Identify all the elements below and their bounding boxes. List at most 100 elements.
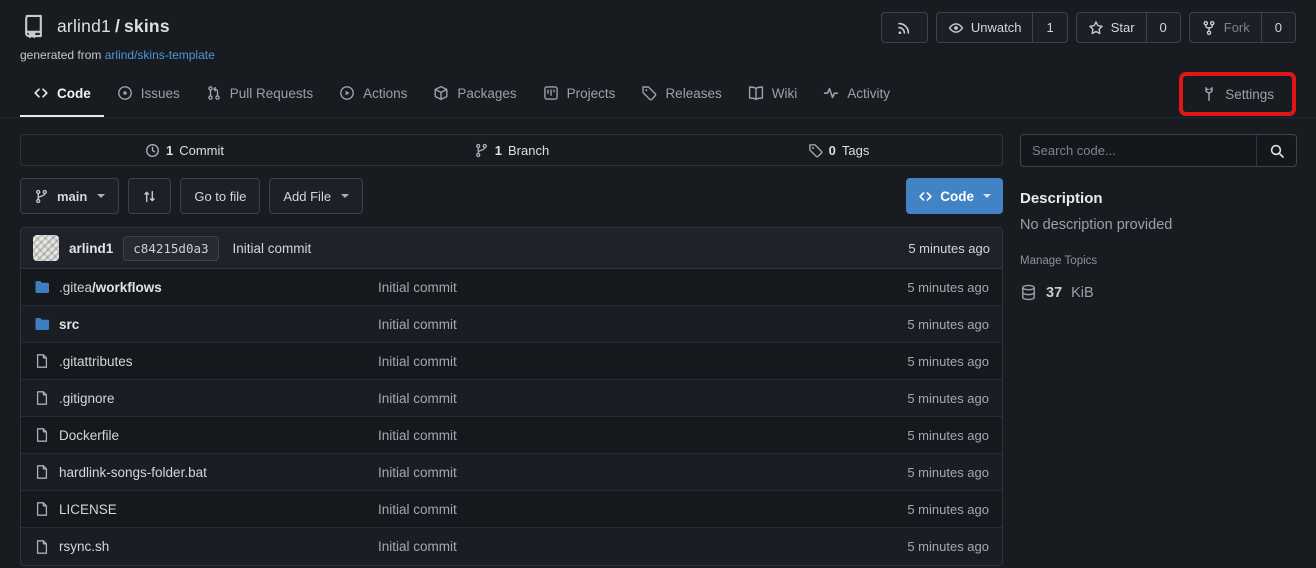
file-link[interactable]: Dockerfile	[21, 427, 378, 443]
tab-activity[interactable]: Activity	[810, 71, 903, 117]
avatar[interactable]	[33, 235, 59, 261]
branch-selector[interactable]: main	[20, 178, 119, 214]
tab-pull-requests-label: Pull Requests	[230, 86, 313, 101]
commits-stat[interactable]: 1 Commit	[21, 135, 348, 165]
fork-button[interactable]: Fork 0	[1189, 12, 1296, 43]
code-toolbar: main Go to file Add File Code	[20, 178, 1003, 214]
tab-settings-label: Settings	[1225, 87, 1274, 102]
commit-count: 1	[166, 143, 173, 158]
file-name: src	[59, 317, 79, 332]
tab-issues[interactable]: Issues	[104, 71, 193, 117]
file-commit-time: 5 minutes ago	[842, 391, 1002, 406]
main-column: 1 Commit 1 Branch 0 Tags	[20, 134, 1003, 566]
watch-count[interactable]: 1	[1032, 13, 1066, 42]
commit-hash-badge[interactable]: c84215d0a3	[123, 236, 218, 261]
file-commit-message[interactable]: Initial commit	[378, 391, 842, 406]
table-row: src Initial commit 5 minutes ago	[21, 306, 1002, 343]
table-row: Dockerfile Initial commit 5 minutes ago	[21, 417, 1002, 454]
file-name: Dockerfile	[59, 428, 119, 443]
repo-title-separator: /	[111, 16, 124, 36]
template-repo-link[interactable]: arlind/skins-template	[105, 48, 215, 62]
tab-activity-label: Activity	[847, 86, 890, 101]
tab-projects[interactable]: Projects	[530, 71, 629, 117]
file-commit-message[interactable]: Initial commit	[378, 465, 842, 480]
commit-author[interactable]: arlind1	[69, 241, 113, 256]
project-icon	[543, 85, 559, 101]
tag-count: 0	[829, 143, 836, 158]
tab-pull-requests[interactable]: Pull Requests	[193, 71, 326, 117]
tab-wiki[interactable]: Wiki	[735, 71, 811, 117]
package-icon	[433, 85, 449, 101]
repo-title: arlind1/skins	[57, 16, 170, 37]
file-commit-time: 5 minutes ago	[842, 428, 1002, 443]
file-commit-time: 5 minutes ago	[842, 280, 1002, 295]
compare-button[interactable]	[128, 178, 171, 214]
repo-owner[interactable]: arlind1	[57, 16, 111, 36]
file-link[interactable]: rsync.sh	[21, 539, 378, 555]
add-file-label: Add File	[283, 189, 331, 204]
file-commit-message[interactable]: Initial commit	[378, 280, 842, 295]
description-text: No description provided	[1020, 217, 1297, 233]
fork-icon	[1201, 20, 1217, 36]
star-button[interactable]: Star 0	[1076, 12, 1181, 43]
file-icon	[34, 539, 50, 555]
tab-settings[interactable]: Settings	[1188, 76, 1287, 112]
file-table: arlind1 c84215d0a3 Initial commit 5 minu…	[20, 227, 1003, 566]
file-commit-message[interactable]: Initial commit	[378, 317, 842, 332]
latest-commit-row: arlind1 c84215d0a3 Initial commit 5 minu…	[21, 228, 1002, 269]
file-link[interactable]: .gitattributes	[21, 353, 378, 369]
tags-stat[interactable]: 0 Tags	[675, 135, 1002, 165]
generated-from-text: generated from	[20, 48, 101, 62]
rss-button[interactable]	[881, 12, 928, 43]
repo-size: 37 KiB	[1020, 284, 1297, 301]
commit-message[interactable]: Initial commit	[233, 241, 312, 256]
manage-topics-link[interactable]: Manage Topics	[1020, 255, 1297, 267]
code-icon	[33, 85, 49, 101]
file-name: hardlink-songs-folder.bat	[59, 465, 207, 480]
fork-count[interactable]: 0	[1261, 13, 1295, 42]
file-link[interactable]: LICENSE	[21, 501, 378, 517]
add-file-button[interactable]: Add File	[269, 178, 363, 214]
tab-code[interactable]: Code	[20, 71, 104, 117]
search-button[interactable]	[1256, 135, 1296, 166]
repo-name[interactable]: skins	[124, 16, 170, 36]
star-icon	[1088, 20, 1104, 36]
table-row: rsync.sh Initial commit 5 minutes ago	[21, 528, 1002, 565]
file-name: /workflows	[92, 280, 162, 295]
file-commit-message[interactable]: Initial commit	[378, 354, 842, 369]
branches-stat[interactable]: 1 Branch	[348, 135, 675, 165]
go-to-file-button[interactable]: Go to file	[180, 178, 260, 214]
generated-from-line: generated from arlind/skins-template	[20, 48, 1296, 62]
tag-icon	[808, 143, 823, 158]
unwatch-button[interactable]: Unwatch 1	[936, 12, 1068, 43]
tab-issues-label: Issues	[141, 86, 180, 101]
pulse-icon	[823, 85, 839, 101]
table-row: .gitattributes Initial commit 5 minutes …	[21, 343, 1002, 380]
eye-icon	[948, 20, 964, 36]
file-link[interactable]: hardlink-songs-folder.bat	[21, 464, 378, 480]
file-link[interactable]: src	[21, 316, 378, 332]
repo-size-unit: KiB	[1071, 285, 1094, 301]
file-commit-time: 5 minutes ago	[842, 317, 1002, 332]
branch-icon	[474, 143, 489, 158]
star-label: Star	[1111, 20, 1135, 35]
star-count[interactable]: 0	[1146, 13, 1180, 42]
code-download-button[interactable]: Code	[906, 178, 1003, 214]
file-commit-message[interactable]: Initial commit	[378, 502, 842, 517]
fork-label: Fork	[1224, 20, 1250, 35]
tools-icon	[1201, 86, 1217, 102]
search-input[interactable]	[1021, 135, 1256, 166]
file-commit-time: 5 minutes ago	[842, 539, 1002, 554]
file-name-prefix: .gitea	[59, 280, 92, 295]
file-link[interactable]: .gitignore	[21, 390, 378, 406]
file-commit-message[interactable]: Initial commit	[378, 428, 842, 443]
tab-packages-label: Packages	[457, 86, 516, 101]
chevron-down-icon	[97, 194, 105, 198]
tab-actions[interactable]: Actions	[326, 71, 420, 117]
settings-annotation-box: Settings	[1179, 72, 1296, 116]
file-link[interactable]: .gitea/workflows	[21, 279, 378, 295]
tab-releases[interactable]: Releases	[628, 71, 734, 117]
file-commit-message[interactable]: Initial commit	[378, 539, 842, 554]
repo-size-value: 37	[1046, 285, 1062, 301]
tab-packages[interactable]: Packages	[420, 71, 529, 117]
